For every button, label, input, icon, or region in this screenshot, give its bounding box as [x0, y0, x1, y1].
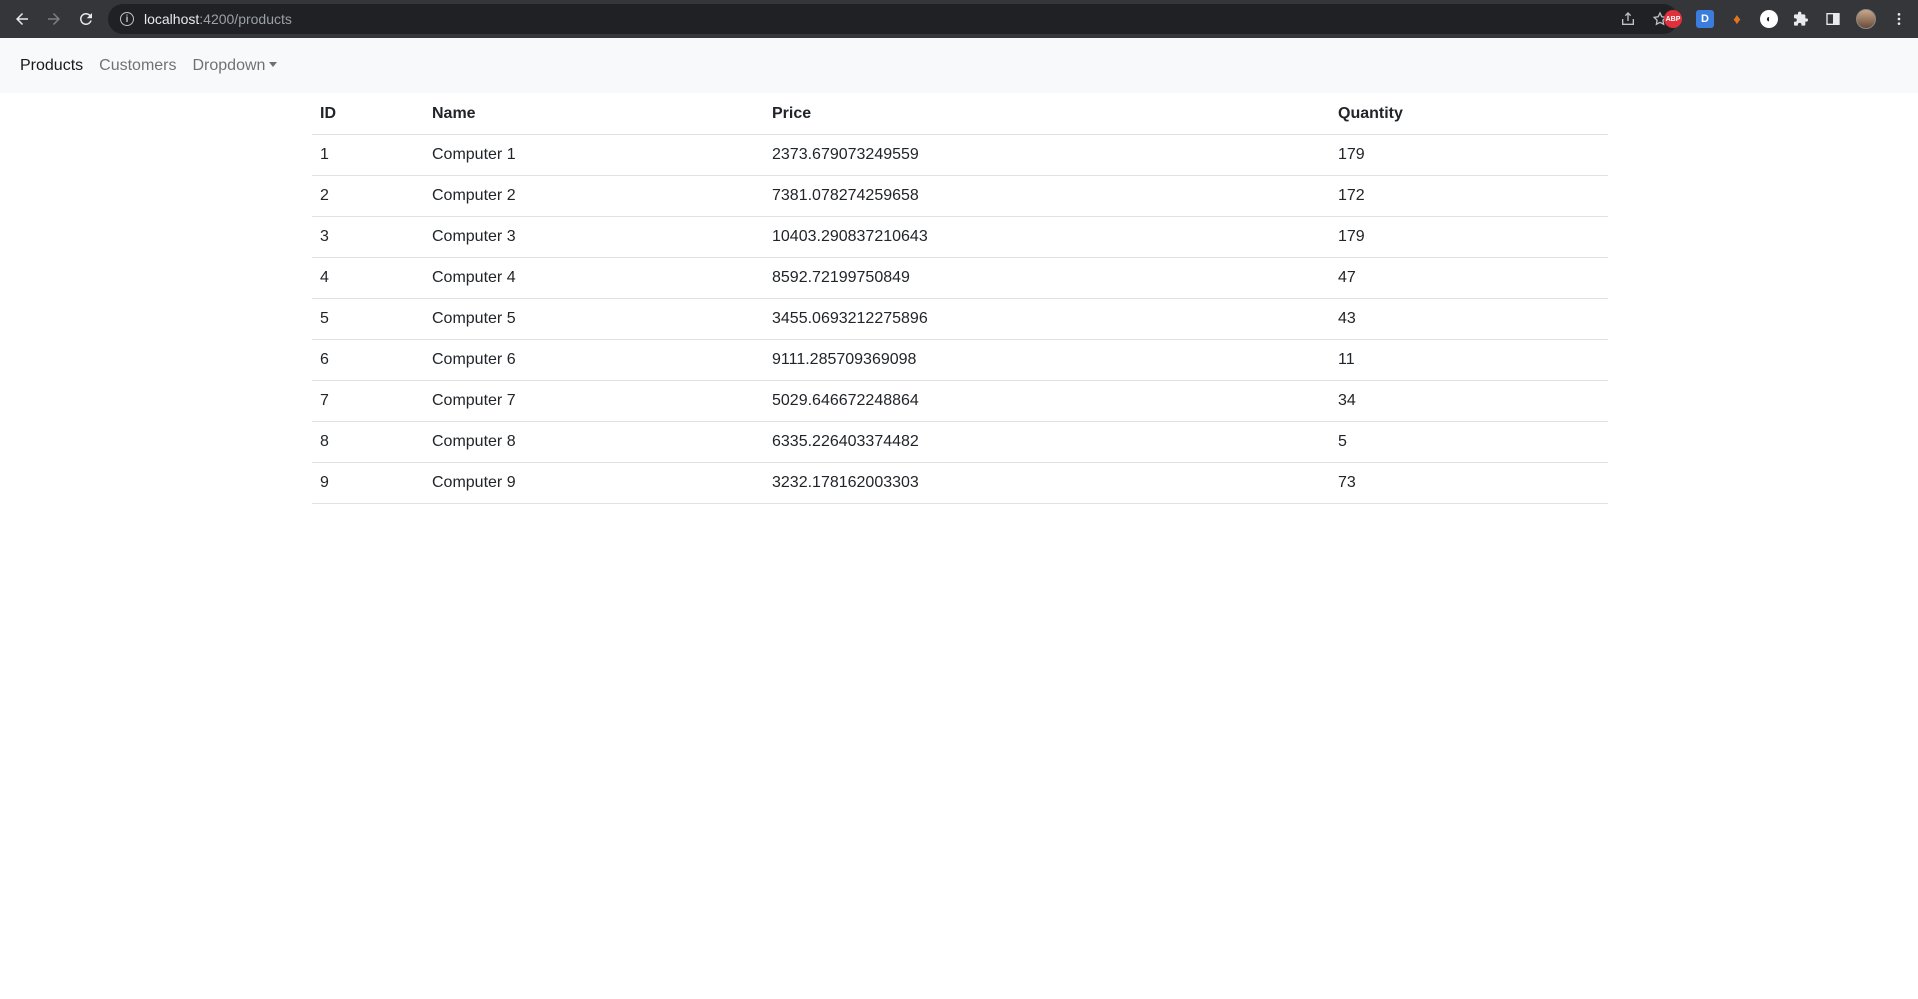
side-panel-icon[interactable]	[1824, 10, 1842, 28]
cell-name: Computer 2	[424, 175, 764, 217]
header-quantity: Quantity	[1330, 94, 1608, 135]
cell-id: 6	[312, 339, 424, 381]
site-info-icon[interactable]: i	[120, 12, 134, 26]
cell-quantity: 179	[1330, 216, 1608, 258]
cell-name: Computer 6	[424, 339, 764, 381]
address-bar[interactable]: i localhost:4200/products	[108, 4, 1678, 34]
cell-quantity: 34	[1330, 380, 1608, 422]
cell-price: 9111.285709369098	[764, 339, 1330, 381]
cell-quantity: 43	[1330, 298, 1608, 340]
cell-id: 3	[312, 216, 424, 258]
reload-button[interactable]	[70, 3, 102, 35]
nav-link-customers[interactable]: Customers	[99, 57, 176, 75]
cell-price: 7381.078274259658	[764, 175, 1330, 217]
cell-price: 5029.646672248864	[764, 380, 1330, 422]
cell-id: 5	[312, 298, 424, 340]
kebab-menu-icon[interactable]	[1890, 10, 1908, 28]
header-id: ID	[312, 94, 424, 135]
url-path: :4200/products	[199, 11, 292, 27]
products-table: ID Name Price Quantity 1 Computer 1 2373…	[312, 94, 1608, 504]
cell-price: 2373.679073249559	[764, 134, 1330, 176]
url-text: localhost:4200/products	[144, 11, 292, 27]
profile-avatar[interactable]	[1856, 9, 1876, 29]
reload-icon	[79, 12, 92, 25]
circle-extension-icon[interactable]: ◐	[1760, 10, 1778, 28]
table-row: 6 Computer 6 9111.285709369098 11	[312, 339, 1608, 381]
table-row: 3 Computer 3 10403.290837210643 179	[312, 216, 1608, 258]
cell-id: 4	[312, 257, 424, 299]
nav-link-products[interactable]: Products	[20, 57, 83, 75]
table-row: 1 Computer 1 2373.679073249559 179	[312, 134, 1608, 176]
cell-price: 3232.178162003303	[764, 462, 1330, 504]
table-header-row: ID Name Price Quantity	[312, 94, 1608, 135]
cell-name: Computer 3	[424, 216, 764, 258]
adblock-extension-icon[interactable]: ABP	[1664, 10, 1682, 28]
url-host: localhost	[144, 11, 200, 27]
table-row: 2 Computer 2 7381.078274259658 172	[312, 175, 1608, 217]
cell-id: 7	[312, 380, 424, 422]
share-icon[interactable]	[1620, 11, 1636, 27]
cell-quantity: 179	[1330, 134, 1608, 176]
cell-price: 10403.290837210643	[764, 216, 1330, 258]
cell-price: 3455.0693212275896	[764, 298, 1330, 340]
cell-id: 9	[312, 462, 424, 504]
table-row: 9 Computer 9 3232.178162003303 73	[312, 462, 1608, 504]
cell-quantity: 73	[1330, 462, 1608, 504]
cell-name: Computer 5	[424, 298, 764, 340]
d-extension-icon[interactable]: D	[1696, 10, 1714, 28]
table-row: 4 Computer 4 8592.72199750849 47	[312, 257, 1608, 299]
browser-toolbar: i localhost:4200/products ABP D ♦ ◐	[0, 0, 1918, 38]
back-button[interactable]	[6, 3, 38, 35]
arrow-right-icon	[48, 13, 60, 25]
products-table-container: ID Name Price Quantity 1 Computer 1 2373…	[312, 94, 1608, 504]
header-price: Price	[764, 94, 1330, 135]
cell-price: 6335.226403374482	[764, 421, 1330, 463]
forward-button[interactable]	[38, 3, 70, 35]
puzzle-icon[interactable]	[1792, 10, 1810, 28]
table-row: 5 Computer 5 3455.0693212275896 43	[312, 298, 1608, 340]
cell-name: Computer 1	[424, 134, 764, 176]
metamask-fox-icon[interactable]: ♦	[1728, 10, 1746, 28]
arrow-left-icon	[16, 13, 28, 25]
cell-price: 8592.72199750849	[764, 257, 1330, 299]
cell-quantity: 47	[1330, 257, 1608, 299]
cell-id: 2	[312, 175, 424, 217]
cell-id: 1	[312, 134, 424, 176]
cell-quantity: 172	[1330, 175, 1608, 217]
app-navbar: Products Customers Dropdown	[0, 38, 1918, 93]
caret-down-icon	[269, 61, 278, 67]
cell-name: Computer 4	[424, 257, 764, 299]
cell-name: Computer 9	[424, 462, 764, 504]
nav-dropdown-label: Dropdown	[192, 56, 266, 74]
header-name: Name	[424, 94, 764, 135]
cell-id: 8	[312, 421, 424, 463]
cell-quantity: 11	[1330, 339, 1608, 381]
extensions-area: ABP D ♦ ◐	[1664, 5, 1908, 33]
table-row: 7 Computer 7 5029.646672248864 34	[312, 380, 1608, 422]
cell-name: Computer 7	[424, 380, 764, 422]
cell-name: Computer 8	[424, 421, 764, 463]
table-row: 8 Computer 8 6335.226403374482 5	[312, 421, 1608, 463]
cell-quantity: 5	[1330, 421, 1608, 463]
nav-dropdown-toggle[interactable]: Dropdown	[193, 57, 278, 75]
